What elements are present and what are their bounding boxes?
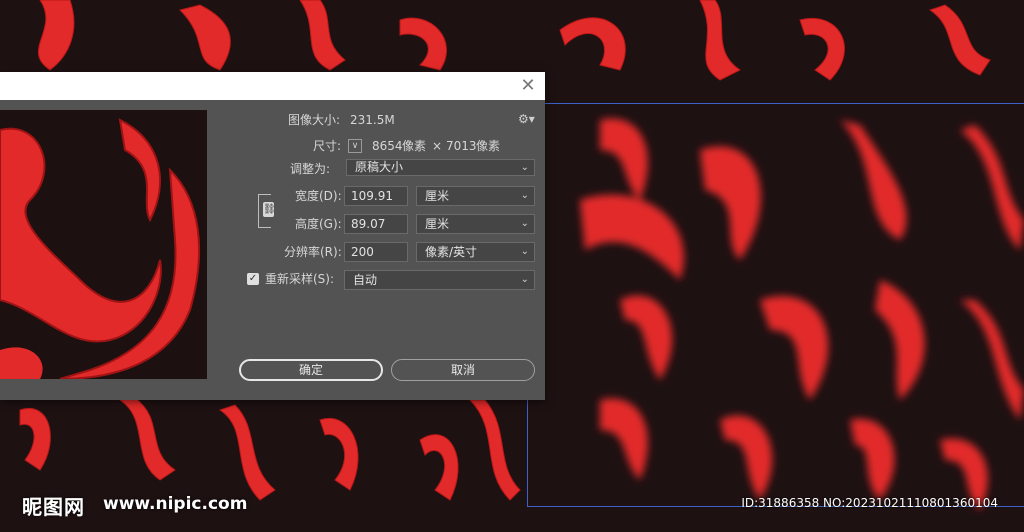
fit-to-label: 调整为: xyxy=(290,162,331,176)
height-label: 高度(G): xyxy=(295,217,342,231)
width-unit-value: 厘米 xyxy=(425,189,450,203)
resolution-unit-value: 像素/英寸 xyxy=(425,245,478,259)
fit-to-select[interactable]: 原稿大小 ⌄ xyxy=(346,159,535,176)
image-preview[interactable] xyxy=(0,110,207,379)
dimensions-dropdown-icon[interactable]: ∨ xyxy=(348,139,362,153)
chevron-down-icon: ⌄ xyxy=(520,246,529,257)
height-input[interactable]: 89.07 xyxy=(344,214,408,234)
gear-icon[interactable]: ⚙▾ xyxy=(518,112,535,126)
dimensions-height: 7013 xyxy=(446,139,477,153)
dimensions-width: 8654 xyxy=(372,139,403,153)
height-unit-value: 厘米 xyxy=(425,217,450,231)
chevron-down-icon: ⌄ xyxy=(520,274,529,285)
dimensions-label: 尺寸: xyxy=(313,139,342,153)
resample-value: 自动 xyxy=(353,273,378,287)
width-label: 宽度(D): xyxy=(295,189,342,203)
resample-checkbox[interactable]: ✓ xyxy=(247,273,259,285)
watermark-url: www.nipic.com xyxy=(103,494,248,514)
dimensions-unit: 像素 xyxy=(476,139,501,153)
dimensions-unit: 像素 xyxy=(402,139,427,153)
selection-marquee xyxy=(527,103,1024,507)
resample-select[interactable]: 自动 ⌄ xyxy=(344,270,535,290)
resolution-unit-select[interactable]: 像素/英寸 ⌄ xyxy=(416,242,535,262)
preview-image xyxy=(0,110,207,379)
resolution-input[interactable]: 200 xyxy=(344,242,408,262)
image-size-label: 图像大小: xyxy=(288,113,341,127)
width-input[interactable]: 109.91 xyxy=(344,186,408,206)
dialog-titlebar[interactable]: ✕ xyxy=(0,72,545,100)
watermark-logo: 昵图网 xyxy=(22,495,85,519)
link-icon[interactable]: ⛓ xyxy=(263,202,276,217)
image-size-dialog: ✕ 图像大小: 231.5M ⚙▾ 尺寸: ∨ 8654 像素 × 7013 像… xyxy=(0,72,545,400)
dimensions-times: × xyxy=(432,139,443,153)
resolution-label: 分辨率(R): xyxy=(284,245,342,259)
watermark-id: ID:31886358 NO:20231021110801360104 xyxy=(741,496,998,510)
fit-to-value: 原稿大小 xyxy=(355,160,404,174)
image-size-value: 231.5M xyxy=(350,113,395,127)
width-unit-select[interactable]: 厘米 ⌄ xyxy=(416,186,535,206)
cancel-button[interactable]: 取消 xyxy=(391,359,535,381)
chevron-down-icon: ⌄ xyxy=(520,190,529,201)
ok-button[interactable]: 确定 xyxy=(239,359,383,381)
close-icon[interactable]: ✕ xyxy=(517,75,539,97)
chevron-down-icon: ⌄ xyxy=(520,162,529,173)
resample-label: 重新采样(S): xyxy=(265,272,335,286)
chevron-down-icon: ⌄ xyxy=(520,218,529,229)
height-unit-select[interactable]: 厘米 ⌄ xyxy=(416,214,535,234)
